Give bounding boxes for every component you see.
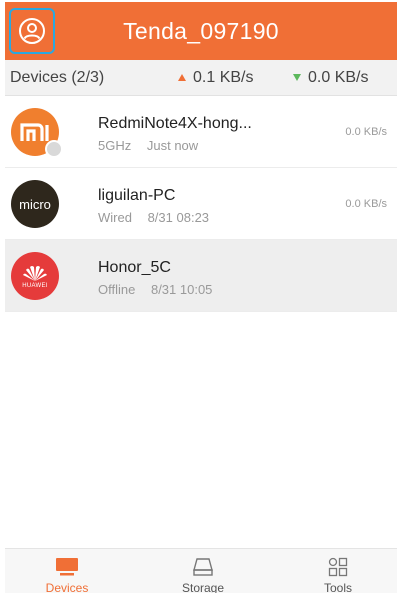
device-connection: Offline <box>98 282 136 297</box>
device-time: 8/31 10:05 <box>150 282 213 297</box>
mi-logo-icon <box>20 123 49 141</box>
device-name: liguilan-PC <box>98 187 176 204</box>
tools-grid-icon <box>328 557 348 577</box>
device-row[interactable]: micro liguilan-PC Wired 8/31 08:23 0.0 K… <box>5 168 397 240</box>
tab-label: Devices <box>45 581 89 593</box>
micro-avatar: micro <box>11 180 59 228</box>
device-list: RedmiNote4X-hong... 5GHz Just now 0.0 KB… <box>5 96 397 312</box>
app-header: Tenda_097190 <box>5 2 397 60</box>
guest-badge-icon <box>45 140 63 158</box>
device-meta: 5GHz Just now <box>98 138 198 153</box>
download-speed-value: 0.0 KB/s <box>308 68 369 86</box>
router-name-title: Tenda_097190 <box>123 17 279 44</box>
device-name: RedmiNote4X-hong... <box>98 115 252 132</box>
monitor-icon <box>54 557 80 577</box>
user-icon <box>19 18 45 44</box>
upload-speed-value: 0.1 KB/s <box>193 68 254 86</box>
device-speed: 0.0 KB/s <box>345 126 387 138</box>
huawei-avatar: HUAWEI <box>11 252 59 300</box>
device-connection: Wired <box>98 210 132 225</box>
avatar-text: micro <box>19 196 51 212</box>
tab-label: Tools <box>323 581 352 593</box>
upload-arrow-icon <box>178 74 186 81</box>
device-name: Honor_5C <box>98 259 171 276</box>
device-time: 8/31 08:23 <box>147 210 210 225</box>
download-arrow-icon <box>293 74 301 81</box>
download-speed: 0.0 KB/s <box>293 69 368 87</box>
tab-storage[interactable]: Storage <box>153 549 253 593</box>
stats-bar: Devices (2/3) 0.1 KB/s 0.0 KB/s <box>5 60 397 96</box>
avatar-text: HUAWEI <box>22 282 48 289</box>
huawei-logo-icon <box>23 265 47 281</box>
upload-speed: 0.1 KB/s <box>178 69 253 87</box>
device-speed: 0.0 KB/s <box>345 198 387 210</box>
device-row[interactable]: HUAWEI Honor_5C Offline 8/31 10:05 <box>5 240 397 312</box>
device-time: Just now <box>146 138 199 153</box>
bottom-tab-bar: Devices Storage Tools <box>5 548 397 593</box>
device-meta: Wired 8/31 08:23 <box>98 210 209 225</box>
tab-devices[interactable]: Devices <box>17 549 117 593</box>
account-button[interactable] <box>9 8 55 54</box>
device-meta: Offline 8/31 10:05 <box>98 282 212 297</box>
tab-label: Storage <box>181 581 225 593</box>
tab-tools[interactable]: Tools <box>288 549 388 593</box>
device-connection: 5GHz <box>98 138 132 153</box>
storage-icon <box>191 557 215 577</box>
devices-count: Devices (2/3) <box>10 68 105 86</box>
device-row[interactable]: RedmiNote4X-hong... 5GHz Just now 0.0 KB… <box>5 96 397 168</box>
xiaomi-avatar <box>11 108 63 158</box>
